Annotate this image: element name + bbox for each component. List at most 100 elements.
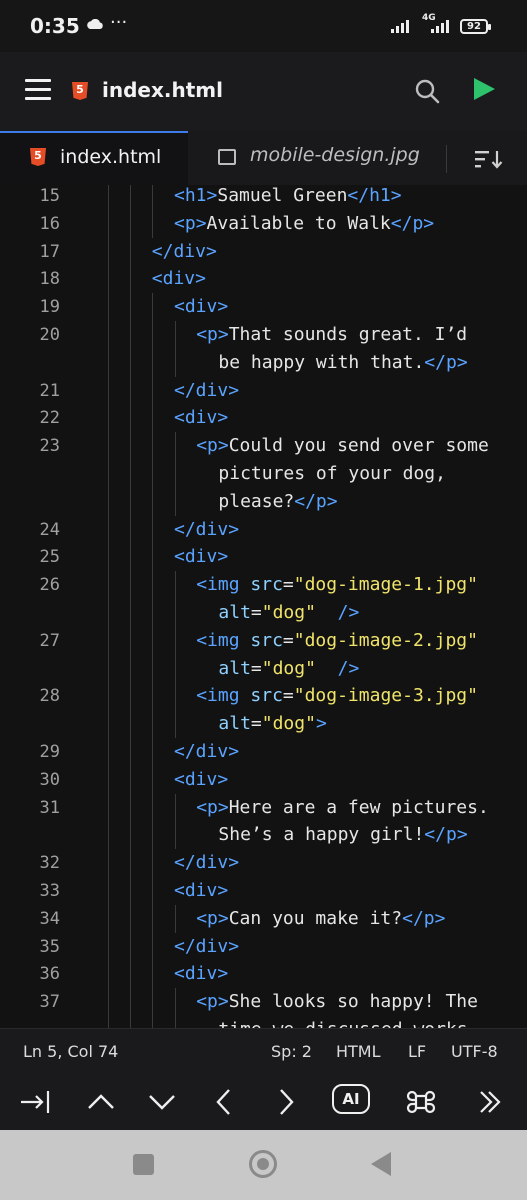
code-line-text: be happy with that.</p> <box>218 351 468 373</box>
indent-guide <box>174 793 176 850</box>
line-ending[interactable]: LF <box>408 1042 426 1061</box>
indent-guide <box>108 960 109 989</box>
clock: 0:35 <box>30 14 80 38</box>
code-line-text: <div> <box>174 880 229 901</box>
encoding[interactable]: UTF-8 <box>451 1042 498 1061</box>
indent-guide <box>108 185 109 210</box>
code-line-text: pictures of your dog, <box>218 463 446 484</box>
indent-guide <box>174 571 176 627</box>
line-number: 17 <box>39 241 60 262</box>
indent-guide <box>174 904 176 933</box>
indent-guide <box>130 515 132 544</box>
code-line-text: </div> <box>151 240 217 262</box>
code-line-text: </div> <box>174 935 240 957</box>
code-line-text: time we discussed works <box>218 1016 467 1028</box>
tab-divider <box>446 145 447 173</box>
indent-guide <box>152 765 154 794</box>
line-number: 21 <box>39 380 60 401</box>
file-title: index.html <box>102 78 223 102</box>
line-number: 24 <box>39 519 60 540</box>
code-line-text: <h1>Samuel Green</h1> <box>174 185 402 206</box>
indent-guide <box>130 904 132 933</box>
code-line-text: </div> <box>174 518 240 540</box>
code-line-text: </div> <box>174 379 240 401</box>
indent-guide <box>152 738 154 766</box>
indent-guide <box>108 321 109 377</box>
code-line-text: <img src="dog-image-1.jpg" <box>196 574 478 596</box>
search-icon[interactable] <box>414 78 440 104</box>
code-line-text: please?</p> <box>218 490 338 512</box>
indent-guide <box>130 209 132 238</box>
indent-guide <box>152 209 154 238</box>
code-line-text: alt="dog" /> <box>218 602 360 623</box>
code-line-text: <div> <box>174 963 229 985</box>
code-line-text: <p>Can you make it?</p> <box>196 907 446 929</box>
cursor-position[interactable]: Ln 5, Col 74 <box>23 1042 118 1061</box>
code-editor[interactable]: 15 <h1>Samuel Green</h1> 16 <p>Available to… <box>0 185 527 1028</box>
tab-key-icon[interactable] <box>18 1086 52 1118</box>
recents-button[interactable] <box>133 1154 154 1175</box>
line-number: 15 <box>39 186 60 206</box>
indent-setting[interactable]: Sp: 2 <box>271 1042 312 1061</box>
indent-guide <box>130 960 132 989</box>
battery-cap <box>488 24 491 30</box>
code-line-text: She’s a happy girl!</p> <box>218 824 468 846</box>
indent-guide <box>108 877 109 905</box>
double-chevron-right-icon[interactable] <box>473 1086 507 1118</box>
indent-guide <box>130 738 132 766</box>
indent-guide <box>174 321 176 377</box>
image-icon <box>218 149 236 165</box>
battery-icon: 92 <box>460 19 488 34</box>
arrow-down-icon[interactable] <box>145 1086 179 1118</box>
indent-guide <box>152 877 154 905</box>
line-number: 36 <box>39 964 60 985</box>
indent-guide <box>152 404 154 433</box>
indent-guide <box>108 793 109 850</box>
menu-icon[interactable] <box>25 79 51 101</box>
indent-guide <box>130 404 132 433</box>
sort-tabs-icon[interactable] <box>474 149 504 169</box>
indent-guide <box>108 265 109 294</box>
line-number: 29 <box>39 742 60 762</box>
run-icon[interactable] <box>474 78 495 100</box>
html5-icon: 5 <box>72 82 88 100</box>
indent-guide <box>130 265 132 294</box>
indent-guide <box>130 793 132 850</box>
html5-icon: 5 <box>30 148 46 166</box>
indent-guide <box>130 321 132 377</box>
code-line-text: alt="dog" /> <box>218 657 360 679</box>
home-button[interactable] <box>249 1150 277 1178</box>
tab-mobile-design[interactable]: mobile-design.jpg <box>188 131 446 185</box>
arrow-left-icon[interactable] <box>207 1086 241 1118</box>
arrow-right-icon[interactable] <box>269 1086 303 1118</box>
signal-icon <box>391 20 409 33</box>
indent-guide <box>130 376 132 405</box>
line-number: 22 <box>39 408 60 429</box>
editor-toolbar <box>0 1074 527 1130</box>
indent-guide <box>108 543 109 572</box>
indent-guide <box>152 432 154 516</box>
arrow-up-icon[interactable] <box>84 1086 118 1118</box>
tab-index-html[interactable]: 5 index.html <box>0 131 188 185</box>
code-line-text: <img src="dog-image-3.jpg" <box>196 685 478 707</box>
code-line-text: alt="dog"> <box>218 713 327 735</box>
code-line-text: <p>That sounds great. I’d <box>196 324 468 345</box>
line-number: 16 <box>39 213 60 234</box>
indent-guide <box>130 877 132 905</box>
indent-guide <box>152 988 154 1028</box>
tab-bar: 5 index.html mobile-design.jpg <box>0 131 527 186</box>
indent-guide <box>152 793 154 850</box>
indent-guide <box>130 765 132 794</box>
indent-guide <box>174 626 176 683</box>
code-line-text: </div> <box>174 741 240 762</box>
command-icon[interactable] <box>404 1086 438 1118</box>
indent-guide <box>108 765 109 794</box>
language-mode[interactable]: HTML <box>336 1042 381 1061</box>
code-line-text: <p>Here are a few pictures. <box>196 796 489 818</box>
indent-guide <box>108 626 109 683</box>
code-line-text: <p>Available to Walk</p> <box>174 212 435 234</box>
indent-guide <box>152 376 154 405</box>
ai-button[interactable]: AI <box>332 1084 370 1114</box>
more-notifications-icon: ··· <box>110 12 128 33</box>
back-button[interactable] <box>371 1152 391 1176</box>
